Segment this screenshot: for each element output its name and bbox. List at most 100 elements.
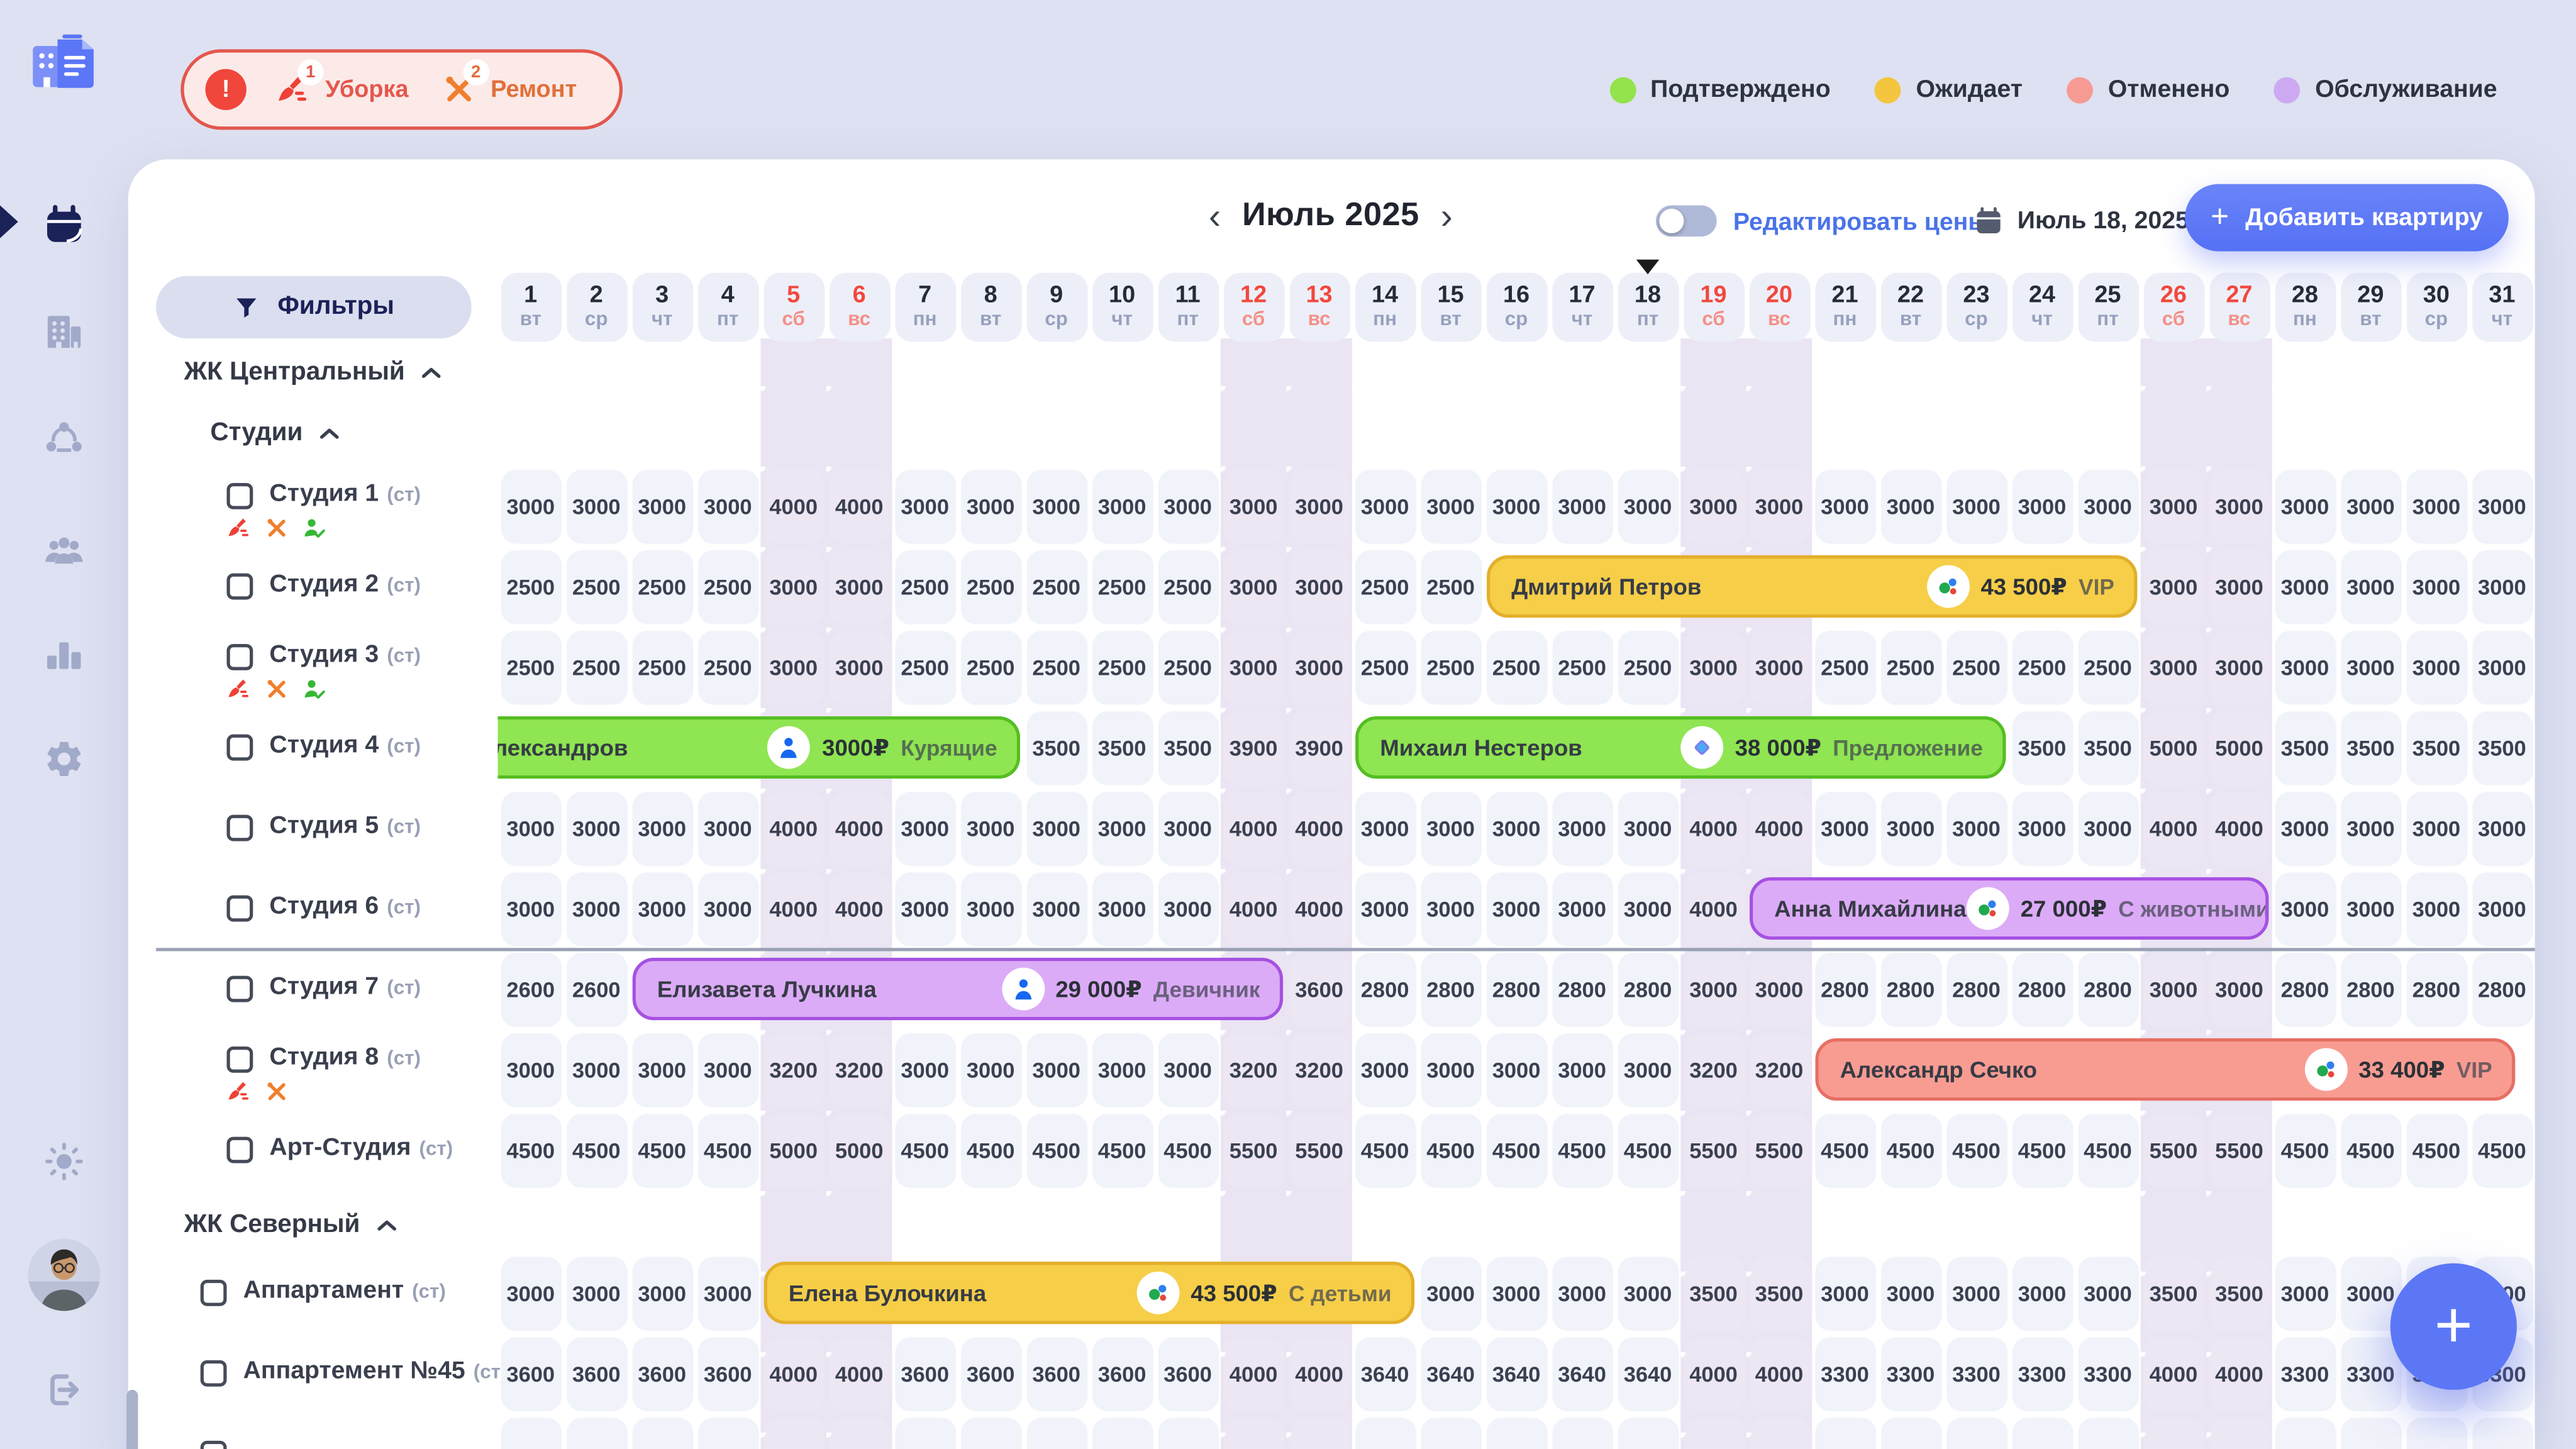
price-cell[interactable]: 3000: [2077, 470, 2138, 544]
scrollbar-thumb[interactable]: [126, 1390, 138, 1449]
price-cell[interactable]: 2500: [631, 631, 692, 705]
price-cell[interactable]: 3000: [1683, 470, 1744, 544]
next-month-button[interactable]: ›: [1441, 198, 1453, 234]
price-cell[interactable]: 3000: [1420, 1257, 1481, 1331]
price-cell[interactable]: 3600: [894, 1337, 955, 1411]
price-cell[interactable]: 3000: [1289, 631, 1350, 705]
price-cell[interactable]: [1749, 1418, 1810, 1449]
price-cell[interactable]: 3000: [500, 470, 561, 544]
price-cell[interactable]: 3000: [566, 470, 627, 544]
price-cell[interactable]: 4000: [829, 1337, 890, 1411]
price-cell[interactable]: 3000: [1880, 1257, 1941, 1331]
price-cell[interactable]: 5000: [2143, 711, 2204, 786]
price-cell[interactable]: 3000: [894, 792, 955, 866]
price-cell[interactable]: 3500: [1157, 711, 1218, 786]
price-cell[interactable]: 3640: [1420, 1337, 1481, 1411]
price-cell[interactable]: 3000: [2143, 631, 2204, 705]
price-cell[interactable]: 3000: [2209, 550, 2270, 625]
price-cell[interactable]: 3000: [2406, 631, 2467, 705]
price-cell[interactable]: 3600: [1157, 1337, 1218, 1411]
price-cell[interactable]: 4500: [631, 1114, 692, 1188]
price-cell[interactable]: 3000: [1092, 872, 1153, 947]
price-cell[interactable]: 3000: [2012, 792, 2073, 866]
price-cell[interactable]: 3000: [2406, 792, 2467, 866]
price-cell[interactable]: 3000: [2406, 470, 2467, 544]
price-cell[interactable]: 4000: [2209, 792, 2270, 866]
price-cell[interactable]: 5000: [2209, 711, 2270, 786]
price-cell[interactable]: 3500: [1092, 711, 1153, 786]
price-cell[interactable]: 2800: [2077, 953, 2138, 1027]
price-cell[interactable]: 3000: [1946, 792, 2007, 866]
price-cell[interactable]: 4000: [1683, 872, 1744, 947]
price-cell[interactable]: [1289, 1418, 1350, 1449]
price-cell[interactable]: [1880, 1418, 1941, 1449]
date-picker[interactable]: Июль 18, 2025: [1973, 206, 2189, 237]
price-cell[interactable]: 3000: [500, 1257, 561, 1331]
price-cell[interactable]: 2500: [894, 631, 955, 705]
price-cell[interactable]: 4500: [1618, 1114, 1679, 1188]
price-cell[interactable]: 3000: [1683, 953, 1744, 1027]
price-cell[interactable]: 2800: [1552, 953, 1613, 1027]
price-cell[interactable]: [697, 1418, 758, 1449]
price-cell[interactable]: 5500: [2209, 1114, 2270, 1188]
price-cell[interactable]: 3000: [1552, 470, 1613, 544]
price-cell[interactable]: [1223, 1418, 1284, 1449]
price-cell[interactable]: [2472, 1418, 2533, 1449]
price-cell[interactable]: 3000: [566, 872, 627, 947]
price-cell[interactable]: [566, 1418, 627, 1449]
price-cell[interactable]: 4500: [1355, 1114, 1416, 1188]
price-cell[interactable]: 3000: [1420, 792, 1481, 866]
price-cell[interactable]: 3000: [500, 1033, 561, 1108]
price-cell[interactable]: 3000: [960, 470, 1021, 544]
price-cell[interactable]: 2500: [1420, 631, 1481, 705]
price-cell[interactable]: 2500: [500, 550, 561, 625]
price-cell[interactable]: 4000: [763, 1337, 824, 1411]
price-cell[interactable]: 3000: [763, 631, 824, 705]
price-cell[interactable]: 4500: [2340, 1114, 2401, 1188]
price-cell[interactable]: 3000: [960, 1033, 1021, 1108]
price-cell[interactable]: 3300: [2340, 1337, 2401, 1411]
price-cell[interactable]: 3600: [697, 1337, 758, 1411]
price-cell[interactable]: 3200: [1683, 1033, 1744, 1108]
price-cell[interactable]: 4000: [1683, 1337, 1744, 1411]
price-cell[interactable]: 3600: [500, 1337, 561, 1411]
price-cell[interactable]: 3500: [2209, 1257, 2270, 1331]
price-cell[interactable]: 2500: [1552, 631, 1613, 705]
price-cell[interactable]: 3000: [1157, 1033, 1218, 1108]
price-cell[interactable]: 4500: [1552, 1114, 1613, 1188]
price-cell[interactable]: 4000: [829, 792, 890, 866]
price-cell[interactable]: 3000: [1946, 470, 2007, 544]
price-cell[interactable]: 3000: [1618, 1033, 1679, 1108]
price-cell[interactable]: [500, 1418, 561, 1449]
price-cell[interactable]: 3000: [2209, 953, 2270, 1027]
price-cell[interactable]: 3000: [1026, 792, 1087, 866]
price-cell[interactable]: 3500: [2472, 711, 2533, 786]
buildings-icon[interactable]: [43, 311, 86, 353]
section-header[interactable]: ЖК Центральный: [184, 352, 443, 394]
price-cell[interactable]: 3000: [1683, 631, 1744, 705]
price-cell[interactable]: 2500: [500, 631, 561, 705]
price-cell[interactable]: [960, 1418, 1021, 1449]
calendar-icon[interactable]: [43, 204, 86, 247]
price-cell[interactable]: 3500: [1749, 1257, 1810, 1331]
room-checkbox[interactable]: [201, 1360, 227, 1387]
price-cell[interactable]: 3500: [1026, 711, 1087, 786]
price-cell[interactable]: 2500: [1092, 550, 1153, 625]
price-cell[interactable]: 3000: [500, 872, 561, 947]
price-cell[interactable]: 3600: [566, 1337, 627, 1411]
price-cell[interactable]: 2800: [1946, 953, 2007, 1027]
price-cell[interactable]: 3000: [2340, 631, 2401, 705]
price-cell[interactable]: 3000: [1355, 792, 1416, 866]
price-cell[interactable]: 5500: [1223, 1114, 1284, 1188]
network-icon[interactable]: [43, 417, 86, 460]
price-cell[interactable]: 3640: [1618, 1337, 1679, 1411]
price-cell[interactable]: 4500: [2012, 1114, 2073, 1188]
price-cell[interactable]: 3000: [1618, 872, 1679, 947]
price-cell[interactable]: [2406, 1418, 2467, 1449]
price-cell[interactable]: 3000: [2340, 792, 2401, 866]
price-cell[interactable]: 2500: [1355, 631, 1416, 705]
chevron-up-icon[interactable]: [377, 1219, 398, 1232]
room-checkbox[interactable]: [226, 574, 253, 600]
price-cell[interactable]: 3300: [2012, 1337, 2073, 1411]
price-cell[interactable]: 3600: [1092, 1337, 1153, 1411]
